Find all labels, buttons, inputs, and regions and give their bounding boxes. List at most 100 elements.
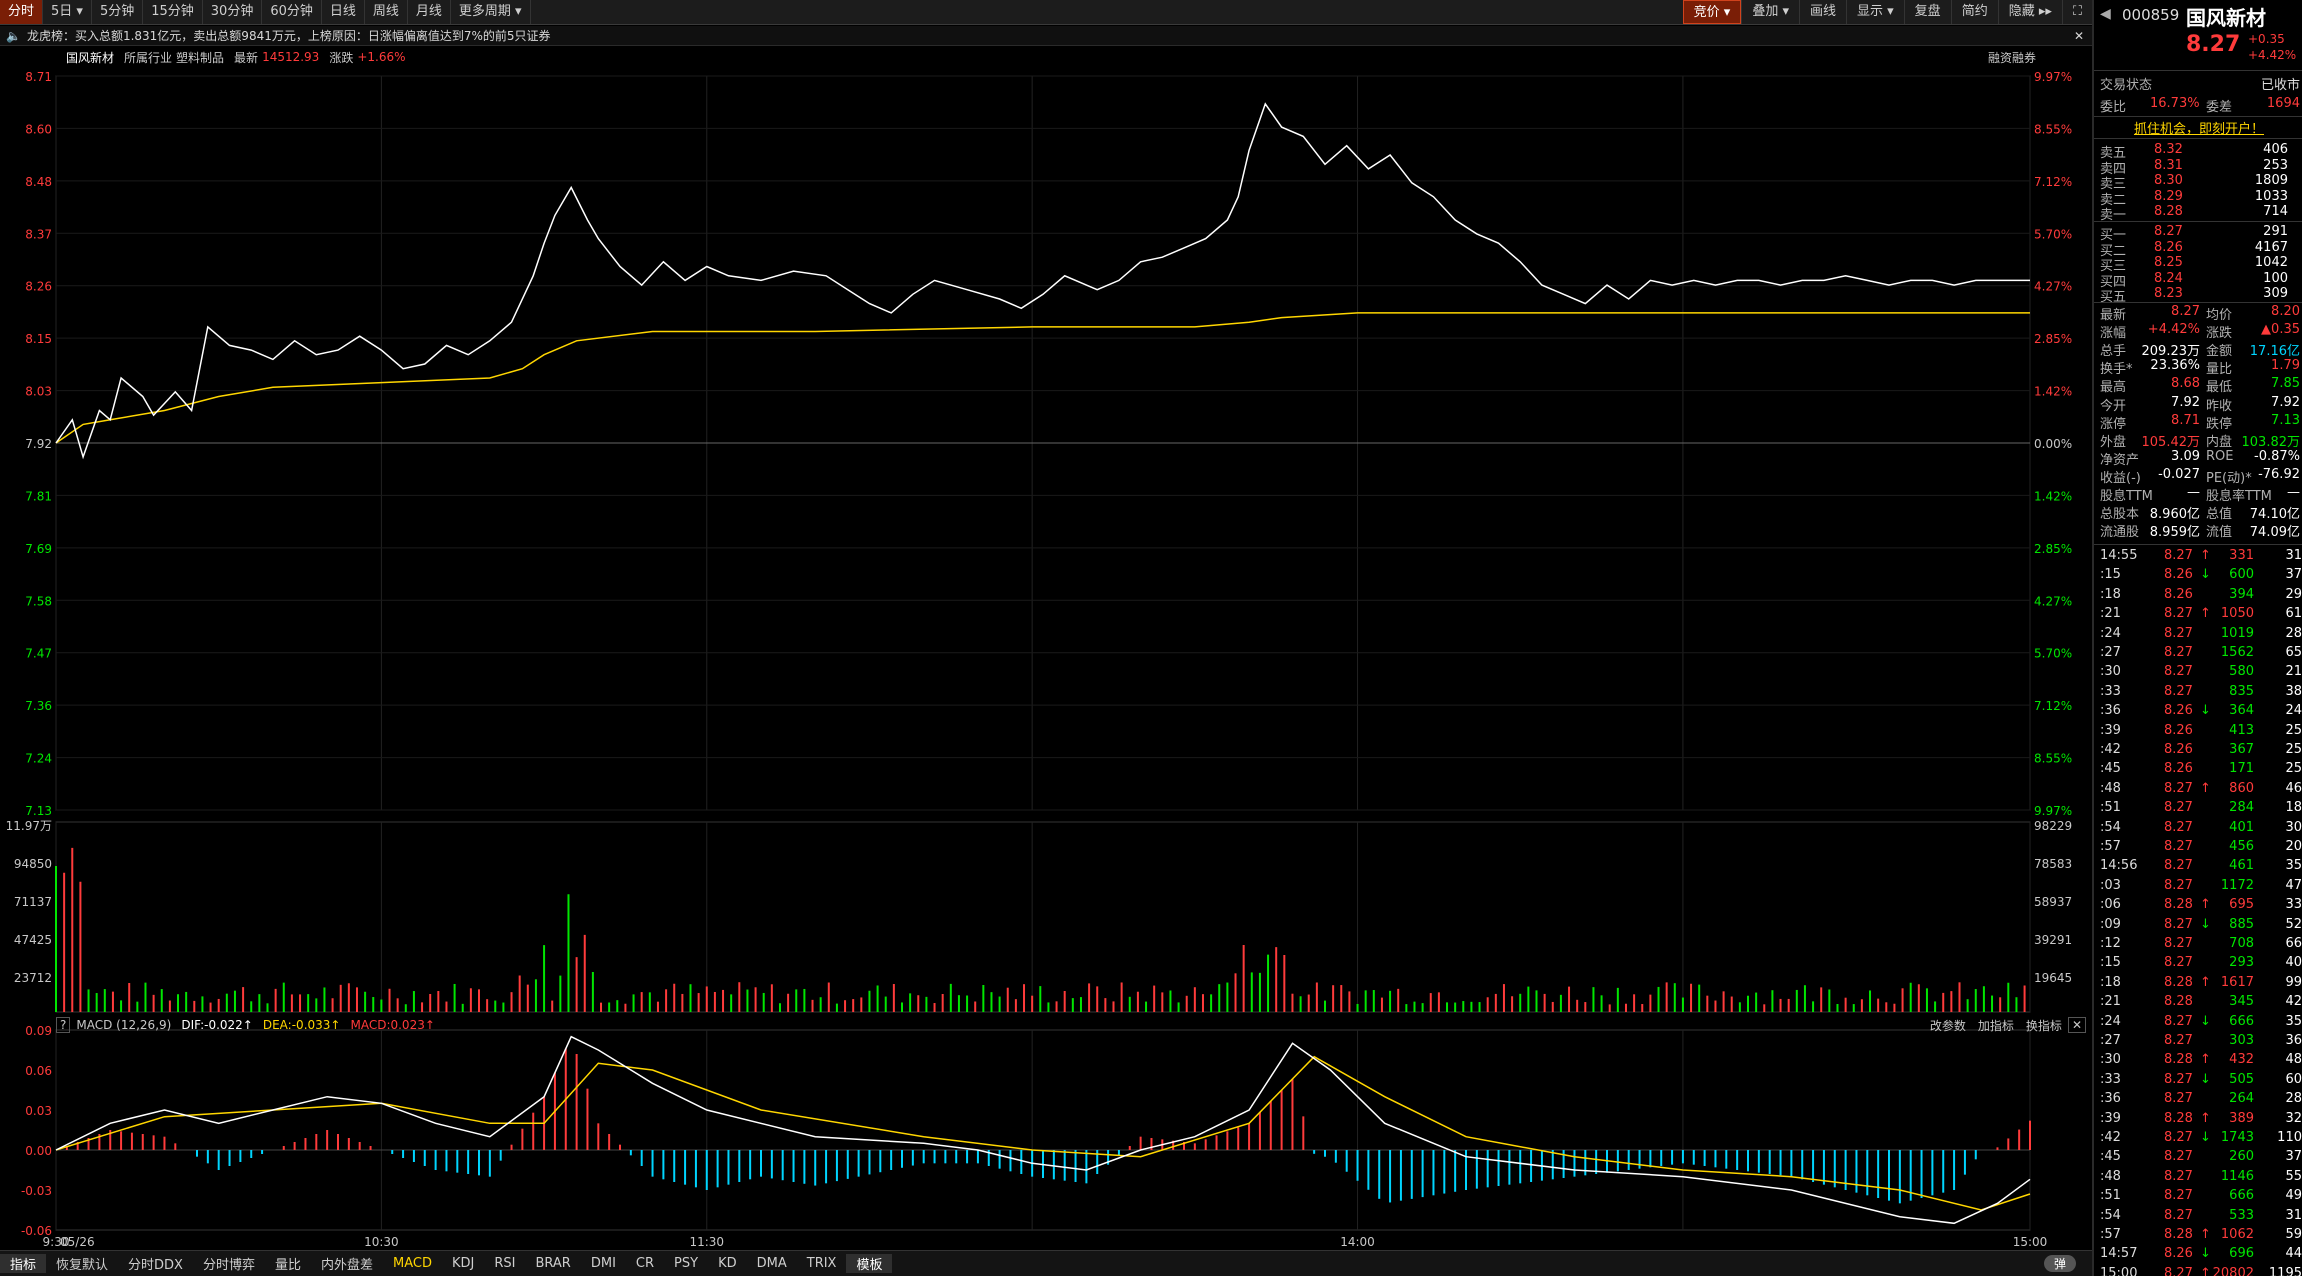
tick-row: :39 8.26 413 25: [2094, 723, 2302, 741]
tool-button-6[interactable]: 隐藏 ▸▸: [1997, 0, 2062, 24]
margin-trading-link[interactable]: 融资融券: [1988, 49, 2036, 66]
indicator-tab-10[interactable]: DMI: [581, 1256, 626, 1271]
tick-count: 35: [2285, 1013, 2302, 1029]
tool-button-0[interactable]: 竞价 ▾: [1682, 0, 1742, 24]
add-indicator-button[interactable]: 加指标: [1978, 1017, 2014, 1034]
period-tabs: 分时 5日 ▾ 5分钟 15分钟 30分钟 60分钟 日线 周线 月线 更多周期 ▾: [0, 0, 531, 24]
tool-button-5[interactable]: 简约: [1950, 0, 1998, 24]
level-price: 8.31: [2154, 157, 2183, 173]
period-tab-8[interactable]: 月线: [408, 0, 451, 24]
period-tab-5[interactable]: 60分钟: [262, 0, 322, 24]
quote-panel: ◀ 000859 国风新材 8.27 +0.35 +4.42% 交易状态 已收市 委比 16.73…: [2092, 0, 2302, 1276]
indicator-tab-15[interactable]: TRIX: [797, 1256, 847, 1271]
indicator-tab-2[interactable]: 分时DDX: [118, 1254, 193, 1273]
tick-time: :24: [2100, 625, 2121, 641]
indicator-tab-9[interactable]: BRAR: [525, 1256, 580, 1271]
tick-time: :06: [2100, 897, 2121, 913]
tick-row: :30 8.28 ↑ 432 48: [2094, 1052, 2302, 1070]
tick-time: 14:55: [2100, 548, 2138, 563]
tick-count: 110: [2277, 1130, 2302, 1145]
weicha-value: 1694: [2266, 96, 2300, 111]
help-icon[interactable]: ?: [56, 1017, 71, 1033]
indicator-tab-3[interactable]: 分时博弈: [193, 1254, 265, 1273]
period-tab-6[interactable]: 日线: [322, 0, 365, 24]
orderbook-row: 卖二 8.29 1033: [2094, 188, 2302, 208]
level-price: 8.30: [2154, 173, 2183, 188]
orderbook-row: 卖五 8.32 406: [2094, 142, 2302, 161]
latest-label: 最新: [234, 50, 259, 65]
tool-button-3[interactable]: 显示 ▾: [1846, 0, 1904, 24]
tick-time: :39: [2100, 1110, 2121, 1126]
tick-volume: 331: [2229, 548, 2254, 563]
indicator-tab-0[interactable]: 指标: [0, 1254, 47, 1273]
tick-price: 8.27: [2164, 858, 2193, 874]
tool-button-1[interactable]: 叠加 ▾: [1741, 0, 1799, 24]
period-tab-3[interactable]: 15分钟: [143, 0, 203, 24]
prev-stock-icon[interactable]: ◀: [2100, 6, 2111, 22]
tick-count: 99: [2285, 974, 2302, 990]
tool-button-2[interactable]: 画线: [1798, 0, 1846, 24]
close-indicator-icon[interactable]: ✕: [2067, 1017, 2086, 1033]
industry-value[interactable]: 塑料制品: [176, 49, 224, 66]
period-tab-2[interactable]: 5分钟: [92, 0, 144, 24]
tick-volume: 666: [2229, 1188, 2254, 1204]
indicator-tab-16[interactable]: 模板: [846, 1254, 893, 1273]
period-tab-4[interactable]: 30分钟: [203, 0, 263, 24]
indicator-tab-13[interactable]: KD: [708, 1256, 747, 1271]
stock-name: 国风新材: [2186, 6, 2266, 30]
indicator-tab-12[interactable]: PSY: [664, 1256, 708, 1271]
tick-time: :30: [2100, 1052, 2121, 1068]
open-account-link[interactable]: 抓住机会，即刻开户！: [2094, 118, 2302, 137]
level-price: 8.28: [2154, 204, 2183, 219]
period-tab-9[interactable]: 更多周期 ▾: [451, 0, 531, 24]
period-tab-0[interactable]: 分时: [0, 0, 44, 24]
tick-time: :18: [2100, 586, 2121, 602]
tool-button-4[interactable]: 复盘: [1903, 0, 1951, 24]
tick-time: :30: [2100, 664, 2121, 680]
period-tab-1[interactable]: 5日 ▾: [43, 0, 92, 24]
tick-price: 8.27: [2164, 606, 2193, 622]
news-text[interactable]: 龙虎榜：买入总额1.831亿元，卖出总额9841万元，上榜原因：日涨幅偏离值达到…: [27, 27, 551, 44]
edit-params-button[interactable]: 改参数: [1930, 1017, 1966, 1034]
indicator-tab-8[interactable]: RSI: [484, 1256, 525, 1271]
pct-tick-label: 8.55%: [2034, 752, 2072, 766]
intraday-chart[interactable]: 8.71 9.97% 8.60 8.55% 8.48 7.12% 8.37 5.70% 8.26…: [0, 66, 2092, 1250]
indicator-tab-1[interactable]: 恢复默认: [46, 1254, 118, 1273]
tick-count: 48: [2285, 1052, 2302, 1068]
indicator-tab-7[interactable]: KDJ: [442, 1256, 484, 1271]
quote-value: ▲0.35: [2261, 322, 2300, 338]
indicator-tab-4[interactable]: 量比: [265, 1254, 311, 1273]
quote-label: 最新: [2100, 308, 2127, 323]
indicator-tab-5[interactable]: 内外盘差: [311, 1254, 383, 1273]
period-tab-7[interactable]: 周线: [365, 0, 408, 24]
indicator-tab-11[interactable]: CR: [626, 1256, 664, 1271]
quote-value: 8.71: [2171, 412, 2200, 428]
tick-price: 8.26: [2164, 742, 2193, 757]
volume-panel-frame: [55, 821, 2031, 1013]
tick-time: :57: [2100, 1227, 2121, 1242]
switch-indicator-button[interactable]: 换指标: [2026, 1017, 2062, 1034]
level-volume: 1033: [2254, 188, 2288, 204]
tick-volume: 1562: [2220, 645, 2254, 660]
quote-value: 8.27: [2171, 304, 2200, 319]
tick-row: :12 8.27 708 66: [2094, 936, 2302, 954]
close-news-icon[interactable]: ✕: [2074, 29, 2084, 43]
close-icon[interactable]: ⛶: [2061, 0, 2092, 24]
speaker-icon: 🔈: [6, 28, 21, 43]
tick-row: :33 8.27 ↓ 505 60: [2094, 1072, 2302, 1090]
popup-toggle[interactable]: 弹: [2043, 1255, 2076, 1272]
price-tick-label: 7.47: [25, 647, 52, 661]
indicator-tab-6[interactable]: MACD: [383, 1256, 442, 1271]
time-label: 9:30: [43, 1235, 70, 1249]
tick-price: 8.27: [2164, 936, 2193, 951]
tick-row: :36 8.27 264 28: [2094, 1091, 2302, 1109]
tick-price: 8.27: [2164, 1168, 2193, 1184]
dif-line: [55, 1035, 2031, 1225]
quote-label: 流值: [2206, 525, 2233, 541]
status-label: 交易状态: [2100, 78, 2153, 93]
tick-row: :09 8.27 ↓ 885 52: [2094, 917, 2302, 935]
indicator-tab-14[interactable]: DMA: [747, 1256, 797, 1271]
tick-row: :48 8.27 1146 55: [2094, 1169, 2302, 1187]
tick-time: 15:00: [2100, 1265, 2138, 1276]
tick-arrow: ↓: [2200, 1013, 2211, 1029]
